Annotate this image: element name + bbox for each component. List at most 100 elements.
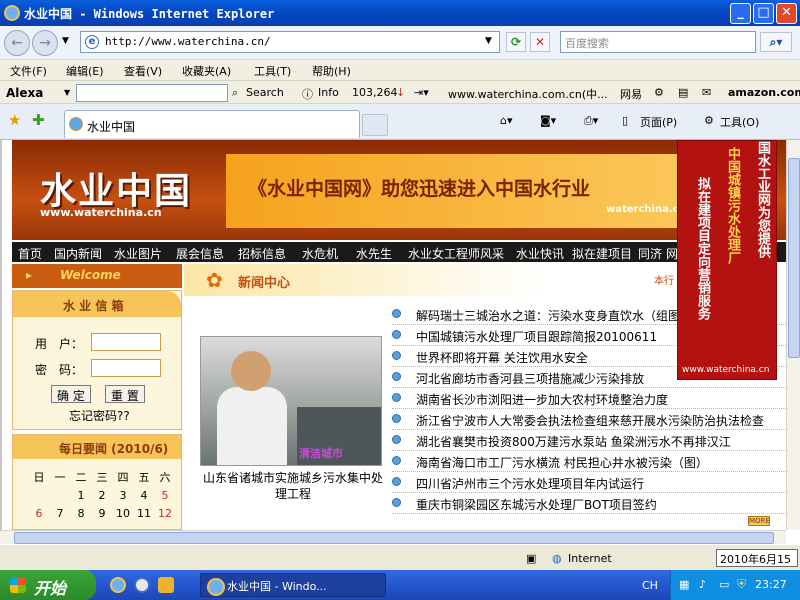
vertical-scroll-thumb[interactable] xyxy=(788,158,800,358)
news-item[interactable]: 海南省海口市工厂污水横流 村民担心井水被污染（图） xyxy=(392,451,786,472)
nav-water-photos[interactable]: 水业图片 xyxy=(114,245,162,262)
nav-planned-projects[interactable]: 拟在建项目 xyxy=(572,245,632,262)
weekday-wed: 三 xyxy=(96,471,108,484)
tools-gear-icon[interactable]: ⚙ xyxy=(704,114,714,127)
calendar-day[interactable]: 6 xyxy=(29,507,49,520)
alexa-search-button[interactable]: Search xyxy=(246,86,284,99)
news-item[interactable]: 四川省泸州市三个污水处理项目年内试运行 xyxy=(392,472,786,493)
menu-favorites[interactable]: 收藏夹(A) xyxy=(182,63,231,79)
page-icon[interactable]: ▯ xyxy=(622,114,628,127)
start-button[interactable]: 开始 xyxy=(0,570,96,600)
alexa-site[interactable]: www.waterchina.com.cn(中... xyxy=(448,86,608,102)
nav-home[interactable]: 首页 xyxy=(18,245,42,262)
calendar-day[interactable]: 9 xyxy=(92,507,112,520)
username-input[interactable] xyxy=(91,333,161,351)
calendar-day[interactable]: 7 xyxy=(50,507,70,520)
back-button[interactable]: ← xyxy=(4,30,30,56)
news-photo[interactable]: 清洁城市 xyxy=(200,336,382,466)
calendar-day[interactable]: 8 xyxy=(71,507,91,520)
nav-water-crisis[interactable]: 水危机 xyxy=(302,245,338,262)
menu-help[interactable]: 帮助(H) xyxy=(312,63,351,79)
tab-waterchina[interactable]: 水业中国 xyxy=(64,110,360,138)
language-indicator[interactable]: CH xyxy=(642,579,658,592)
quicklaunch-app-icon[interactable] xyxy=(158,577,174,593)
quicklaunch-ie-icon[interactable] xyxy=(110,577,126,593)
stop-button[interactable]: ✕ xyxy=(530,32,550,52)
nav-domestic-news[interactable]: 国内新闻 xyxy=(54,245,102,262)
password-input[interactable] xyxy=(91,359,161,377)
alexa-search-icon[interactable]: ⌕ xyxy=(232,86,238,100)
vertical-ad-banner[interactable]: 国水工业网为您提供 中国城镇污水处理厂 拟在建项目定向营销服务 www.wate… xyxy=(677,140,777,380)
nav-tenders[interactable]: 招标信息 xyxy=(238,245,286,262)
tray-display-icon[interactable]: ▭ xyxy=(719,578,729,591)
forgot-password-link[interactable]: 忘记密码?? xyxy=(69,407,130,424)
tray-clock[interactable]: 23:27 xyxy=(755,578,787,591)
forward-button[interactable]: → xyxy=(32,30,58,56)
alexa-redirect-icon[interactable]: ⇥▾ xyxy=(414,86,429,99)
calendar-day[interactable]: 2 xyxy=(92,489,112,502)
feeds-icon[interactable]: ◙▾ xyxy=(540,114,556,127)
menu-edit[interactable]: 编辑(E) xyxy=(66,63,104,79)
security-zone[interactable]: Internet xyxy=(568,552,612,565)
alexa-dropdown-icon[interactable]: ▼ xyxy=(64,88,70,97)
add-favorite-icon[interactable]: ✚ xyxy=(32,111,45,129)
news-more-button[interactable]: MORE xyxy=(748,516,770,526)
quicklaunch-browser-icon[interactable] xyxy=(134,577,150,593)
news-item[interactable]: 湖北省襄樊市投资800万建污水泵站 鱼梁洲污水不再排汉江 xyxy=(392,430,786,451)
alexa-info-icon[interactable]: ⓘ xyxy=(302,86,313,102)
alexa-search-input[interactable] xyxy=(76,84,228,102)
confirm-button[interactable]: 确 定 xyxy=(51,385,91,403)
calendar-day[interactable]: 5 xyxy=(155,489,175,502)
history-dropdown-icon[interactable]: ▼ xyxy=(62,36,69,46)
amazon-link[interactable]: amazon.com xyxy=(728,86,800,99)
horizontal-scroll-thumb[interactable] xyxy=(14,532,774,544)
calendar-day[interactable]: 10 xyxy=(113,507,133,520)
tools-menu[interactable]: 工具(O) xyxy=(720,114,759,130)
photo-caption[interactable]: 山东省诸城市实施城乡污水集中处理工程 xyxy=(200,470,386,502)
calendar-day[interactable]: 12 xyxy=(155,507,175,520)
favorites-star-icon[interactable]: ★ xyxy=(8,111,21,129)
address-dropdown-icon[interactable]: ▼ xyxy=(485,36,492,46)
menu-tools[interactable]: 工具(T) xyxy=(254,63,291,79)
alexa-print-icon[interactable]: ▤ xyxy=(678,86,688,99)
alexa-logo[interactable]: Alexa xyxy=(6,86,43,100)
nav-water-news-flash[interactable]: 水业快讯 xyxy=(516,245,564,262)
taskbar-ie-window[interactable]: 水业中国 - Windo... xyxy=(200,573,386,597)
slogan-banner[interactable]: 《水业中国网》助您迅速进入中国水行业 waterchina.cn xyxy=(226,154,686,228)
new-tab-button[interactable] xyxy=(362,114,388,136)
minimize-button[interactable]: _ xyxy=(730,3,751,24)
vertical-scrollbar[interactable] xyxy=(786,140,800,530)
tray-shield-icon[interactable]: ⛨ xyxy=(737,577,746,592)
tray-network-icon[interactable]: ▦ xyxy=(679,578,689,591)
alexa-tool-icon[interactable]: ⚙ xyxy=(654,86,664,99)
news-item[interactable]: 浙江省宁波市人大常委会执法检查组来慈开展水污染防治执法检查 xyxy=(392,409,786,430)
calendar-day[interactable]: 3 xyxy=(113,489,133,502)
news-item[interactable]: 重庆市铜梁园区东城污水处理厂BOT项目签约 xyxy=(392,493,786,514)
alexa-mail-icon[interactable]: ✉ xyxy=(702,86,711,99)
maximize-button[interactable]: □ xyxy=(753,3,774,24)
horizontal-scrollbar[interactable] xyxy=(0,530,786,544)
page-menu[interactable]: 页面(P) xyxy=(640,114,677,130)
refresh-button[interactable]: ⟳ xyxy=(506,32,526,52)
news-item[interactable]: 湖南省长沙市浏阳进一步加大农村环境整治力度 xyxy=(392,388,786,409)
tray-volume-icon[interactable]: ♪ xyxy=(699,578,706,591)
reset-button[interactable]: 重 置 xyxy=(105,385,145,403)
address-input[interactable]: e http://www.waterchina.cn/ ▼ xyxy=(80,31,500,53)
menu-file[interactable]: 文件(F) xyxy=(10,63,47,79)
netease-link[interactable]: 网易 xyxy=(620,86,642,102)
calendar-day[interactable]: 11 xyxy=(134,507,154,520)
mailbox-title: 水 业 信 箱 xyxy=(63,299,124,313)
calendar-day[interactable]: 4 xyxy=(134,489,154,502)
nav-expo[interactable]: 展会信息 xyxy=(176,245,224,262)
nav-tongji[interactable]: 同济 xyxy=(638,245,662,262)
menu-view[interactable]: 查看(V) xyxy=(124,63,162,79)
print-icon[interactable]: ⎙▾ xyxy=(584,114,598,128)
calendar-day[interactable]: 1 xyxy=(71,489,91,502)
nav-mr-water[interactable]: 水先生 xyxy=(356,245,392,262)
search-input[interactable]: 百度搜索 xyxy=(560,31,756,53)
nav-female-engineers[interactable]: 水业女工程师风采 xyxy=(408,245,504,262)
home-icon[interactable]: ⌂▾ xyxy=(500,114,513,127)
alexa-info-button[interactable]: Info xyxy=(318,86,339,99)
search-go-button[interactable]: ⌕▾ xyxy=(760,32,792,52)
close-button[interactable]: ✕ xyxy=(776,3,797,24)
